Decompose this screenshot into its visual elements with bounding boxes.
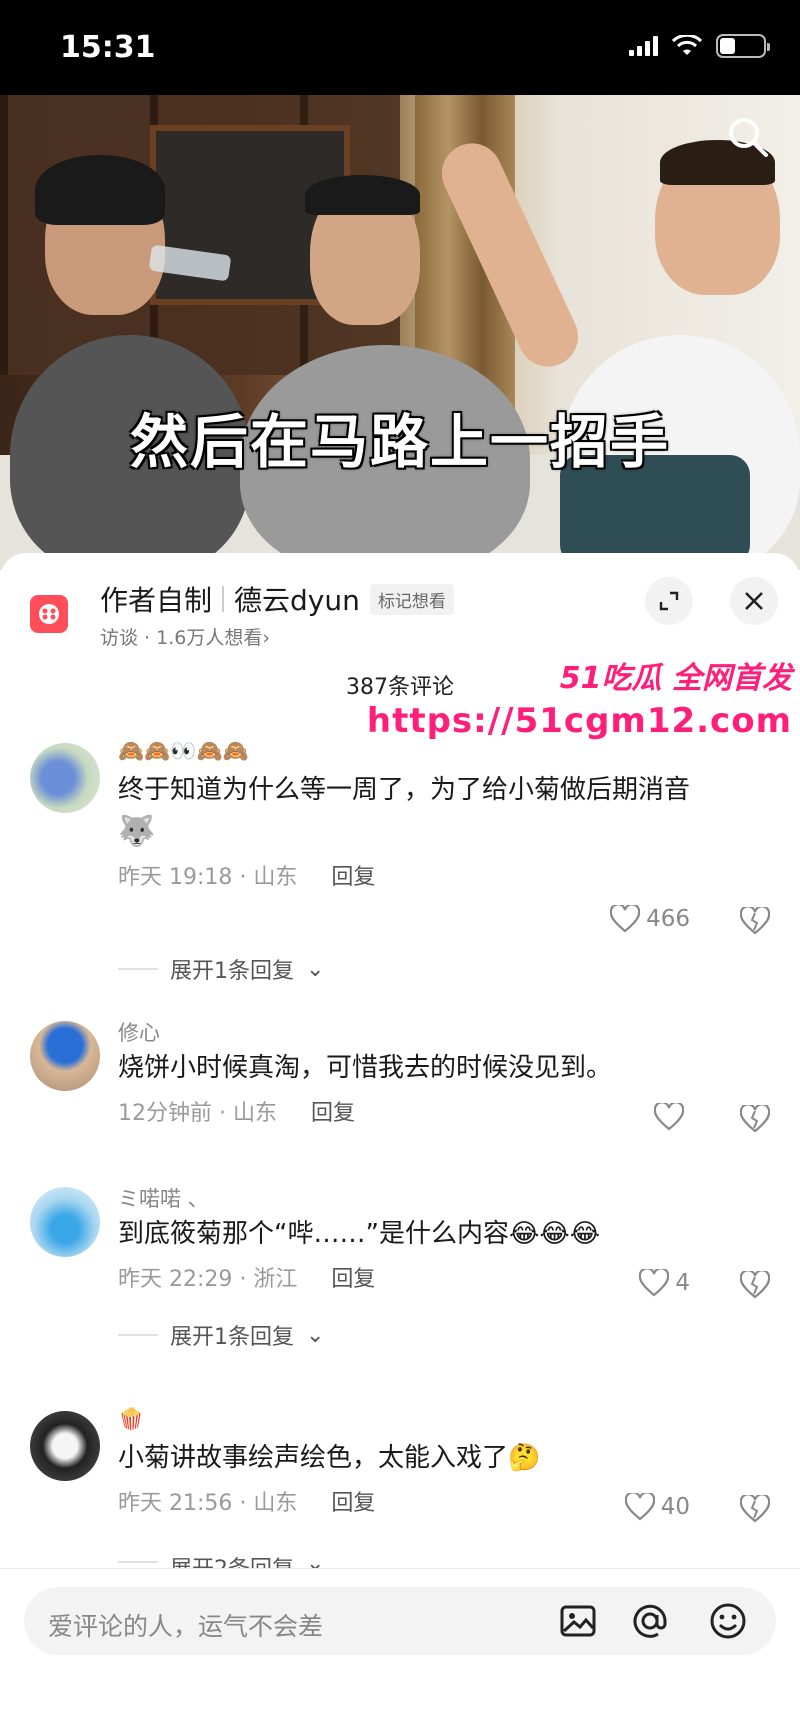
- comment-author[interactable]: 修心: [118, 1017, 770, 1047]
- expand-button[interactable]: [645, 577, 693, 625]
- chevron-right-icon: ›: [262, 627, 270, 649]
- comment-text: 小菊讲故事绘声绘色，太能入戏了🤔: [118, 1443, 541, 1473]
- avatar[interactable]: [30, 1021, 100, 1091]
- mention-icon[interactable]: [630, 1601, 670, 1641]
- avatar[interactable]: [30, 1187, 100, 1257]
- dislike-icon[interactable]: [740, 907, 770, 935]
- like-count: 4: [675, 1270, 690, 1296]
- comment-author[interactable]: 🙈🙈👀🙈🙈: [118, 739, 770, 769]
- comment-text: 到底筱菊那个“哔……”是什么内容😂😂😂: [118, 1219, 601, 1249]
- comment-text: 终于知道为什么等一周了，为了给小菊做后期消音: [118, 775, 691, 805]
- comment-item: 修心 烧饼小时候真淘，可惜我去的时候没见到。 12分钟前 · 山东 回复: [0, 1021, 800, 1151]
- comment-item: 🙈🙈👀🙈🙈 终于知道为什么等一周了，为了给小菊做后期消音 🐺 昨天 19:18 …: [0, 739, 800, 993]
- watermark-tagline: 51吃瓜 全网首发: [559, 661, 792, 696]
- heart-icon: [610, 905, 641, 933]
- person-left-hair: [35, 155, 165, 225]
- avatar[interactable]: [30, 743, 100, 813]
- chevron-down-icon: ⌄: [306, 1322, 325, 1348]
- comment-input[interactable]: 爱评论的人，运气不会差: [24, 1587, 776, 1655]
- header-meta[interactable]: 访谈 · 1.6万人想看›: [100, 623, 270, 650]
- image-icon[interactable]: [558, 1601, 598, 1641]
- expand-dash: [118, 968, 158, 970]
- comment-input-placeholder: 爱评论的人，运气不会差: [48, 1612, 324, 1641]
- expand-replies-button[interactable]: 展开1条回复 ⌄: [118, 953, 324, 985]
- chevron-down-icon: ⌄: [306, 956, 325, 982]
- comment-time-location: 昨天 22:29 · 浙江: [118, 1267, 298, 1292]
- comment-time-location: 昨天 19:18 · 山东: [118, 865, 298, 890]
- expand-replies-label: 展开2条回复: [170, 1551, 294, 1569]
- comment-author[interactable]: 🍿: [118, 1407, 770, 1437]
- dislike-icon[interactable]: [740, 1495, 770, 1523]
- heart-icon: [654, 1103, 684, 1131]
- comment-sticker: 🐺: [118, 814, 156, 849]
- dislike-icon[interactable]: [740, 1105, 770, 1133]
- expand-dash: [118, 1334, 158, 1336]
- comment-time-location: 12分钟前 · 山东: [118, 1101, 277, 1126]
- expand-replies-label: 展开1条回复: [170, 1325, 294, 1350]
- like-button[interactable]: 466: [610, 905, 690, 933]
- header-separator: [222, 586, 225, 612]
- reply-button[interactable]: 回复: [331, 1261, 375, 1293]
- expand-icon: [659, 591, 679, 611]
- expand-replies-button[interactable]: 展开1条回复 ⌄: [118, 1319, 324, 1351]
- close-icon: [745, 592, 763, 610]
- like-count: 40: [660, 1494, 690, 1520]
- video-player[interactable]: 然后在马路上一招手: [0, 95, 800, 570]
- heart-icon: [639, 1269, 670, 1297]
- wifi-icon: [672, 35, 702, 55]
- expand-replies-label: 展开1条回复: [170, 959, 294, 984]
- dislike-icon[interactable]: [740, 1271, 770, 1299]
- comment-text: 烧饼小时候真淘，可惜我去的时候没见到。: [118, 1053, 613, 1083]
- status-bar: 15:31: [0, 0, 800, 95]
- comment-time-location: 昨天 21:56 · 山东: [118, 1491, 298, 1516]
- emoji-icon[interactable]: [708, 1601, 748, 1641]
- like-button[interactable]: 40: [624, 1493, 690, 1521]
- comment-item: 🍿 小菊讲故事绘声绘色，太能入戏了🤔 昨天 21:56 · 山东 回复 40 展…: [0, 1407, 800, 1581]
- watermark-url: https://51cgm12.com: [366, 701, 792, 741]
- like-count: 466: [646, 906, 690, 932]
- header-title[interactable]: 作者自制 德云dyun 标记想看: [100, 579, 454, 619]
- header-source: 作者自制: [100, 584, 213, 617]
- reply-button[interactable]: 回复: [311, 1095, 355, 1127]
- like-button[interactable]: 4: [639, 1269, 690, 1297]
- watermark: 51吃瓜 全网首发 https://51cgm12.com: [367, 653, 792, 741]
- comment-author[interactable]: ミ喏喏 、: [118, 1183, 770, 1213]
- search-icon[interactable]: [726, 115, 770, 159]
- battery-icon: [716, 34, 770, 58]
- person-middle-hair: [305, 175, 420, 215]
- avatar[interactable]: [30, 1411, 100, 1481]
- expand-replies-button[interactable]: 展开2条回复 ⌄: [118, 1551, 324, 1569]
- close-button[interactable]: [730, 577, 778, 625]
- reply-button[interactable]: 回复: [331, 1485, 375, 1517]
- comment-sheet: 作者自制 德云dyun 标记想看 访谈 · 1.6万人想看› 387条评论 51…: [0, 553, 800, 1731]
- app-logo-icon: [30, 595, 68, 633]
- like-button[interactable]: [654, 1103, 690, 1131]
- heart-icon: [624, 1493, 655, 1521]
- comment-input-bar: 爱评论的人，运气不会差: [0, 1568, 800, 1731]
- video-subtitle: 然后在马路上一招手: [129, 408, 670, 476]
- want-to-watch-tag[interactable]: 标记想看: [369, 583, 454, 615]
- comment-item: ミ喏喏 、 到底筱菊那个“哔……”是什么内容😂😂😂 昨天 22:29 · 浙江 …: [0, 1187, 800, 1397]
- header-meta-text: 访谈 · 1.6万人想看: [100, 627, 263, 649]
- expand-dash: [118, 1561, 158, 1563]
- status-icons: [629, 34, 770, 58]
- header-channel: 德云dyun: [234, 584, 360, 617]
- cellular-signal-icon: [629, 36, 658, 56]
- reply-button[interactable]: 回复: [331, 859, 375, 891]
- chevron-down-icon: ⌄: [306, 1551, 325, 1569]
- status-time: 15:31: [60, 30, 156, 65]
- comment-meta: 昨天 19:18 · 山东 回复: [118, 859, 770, 891]
